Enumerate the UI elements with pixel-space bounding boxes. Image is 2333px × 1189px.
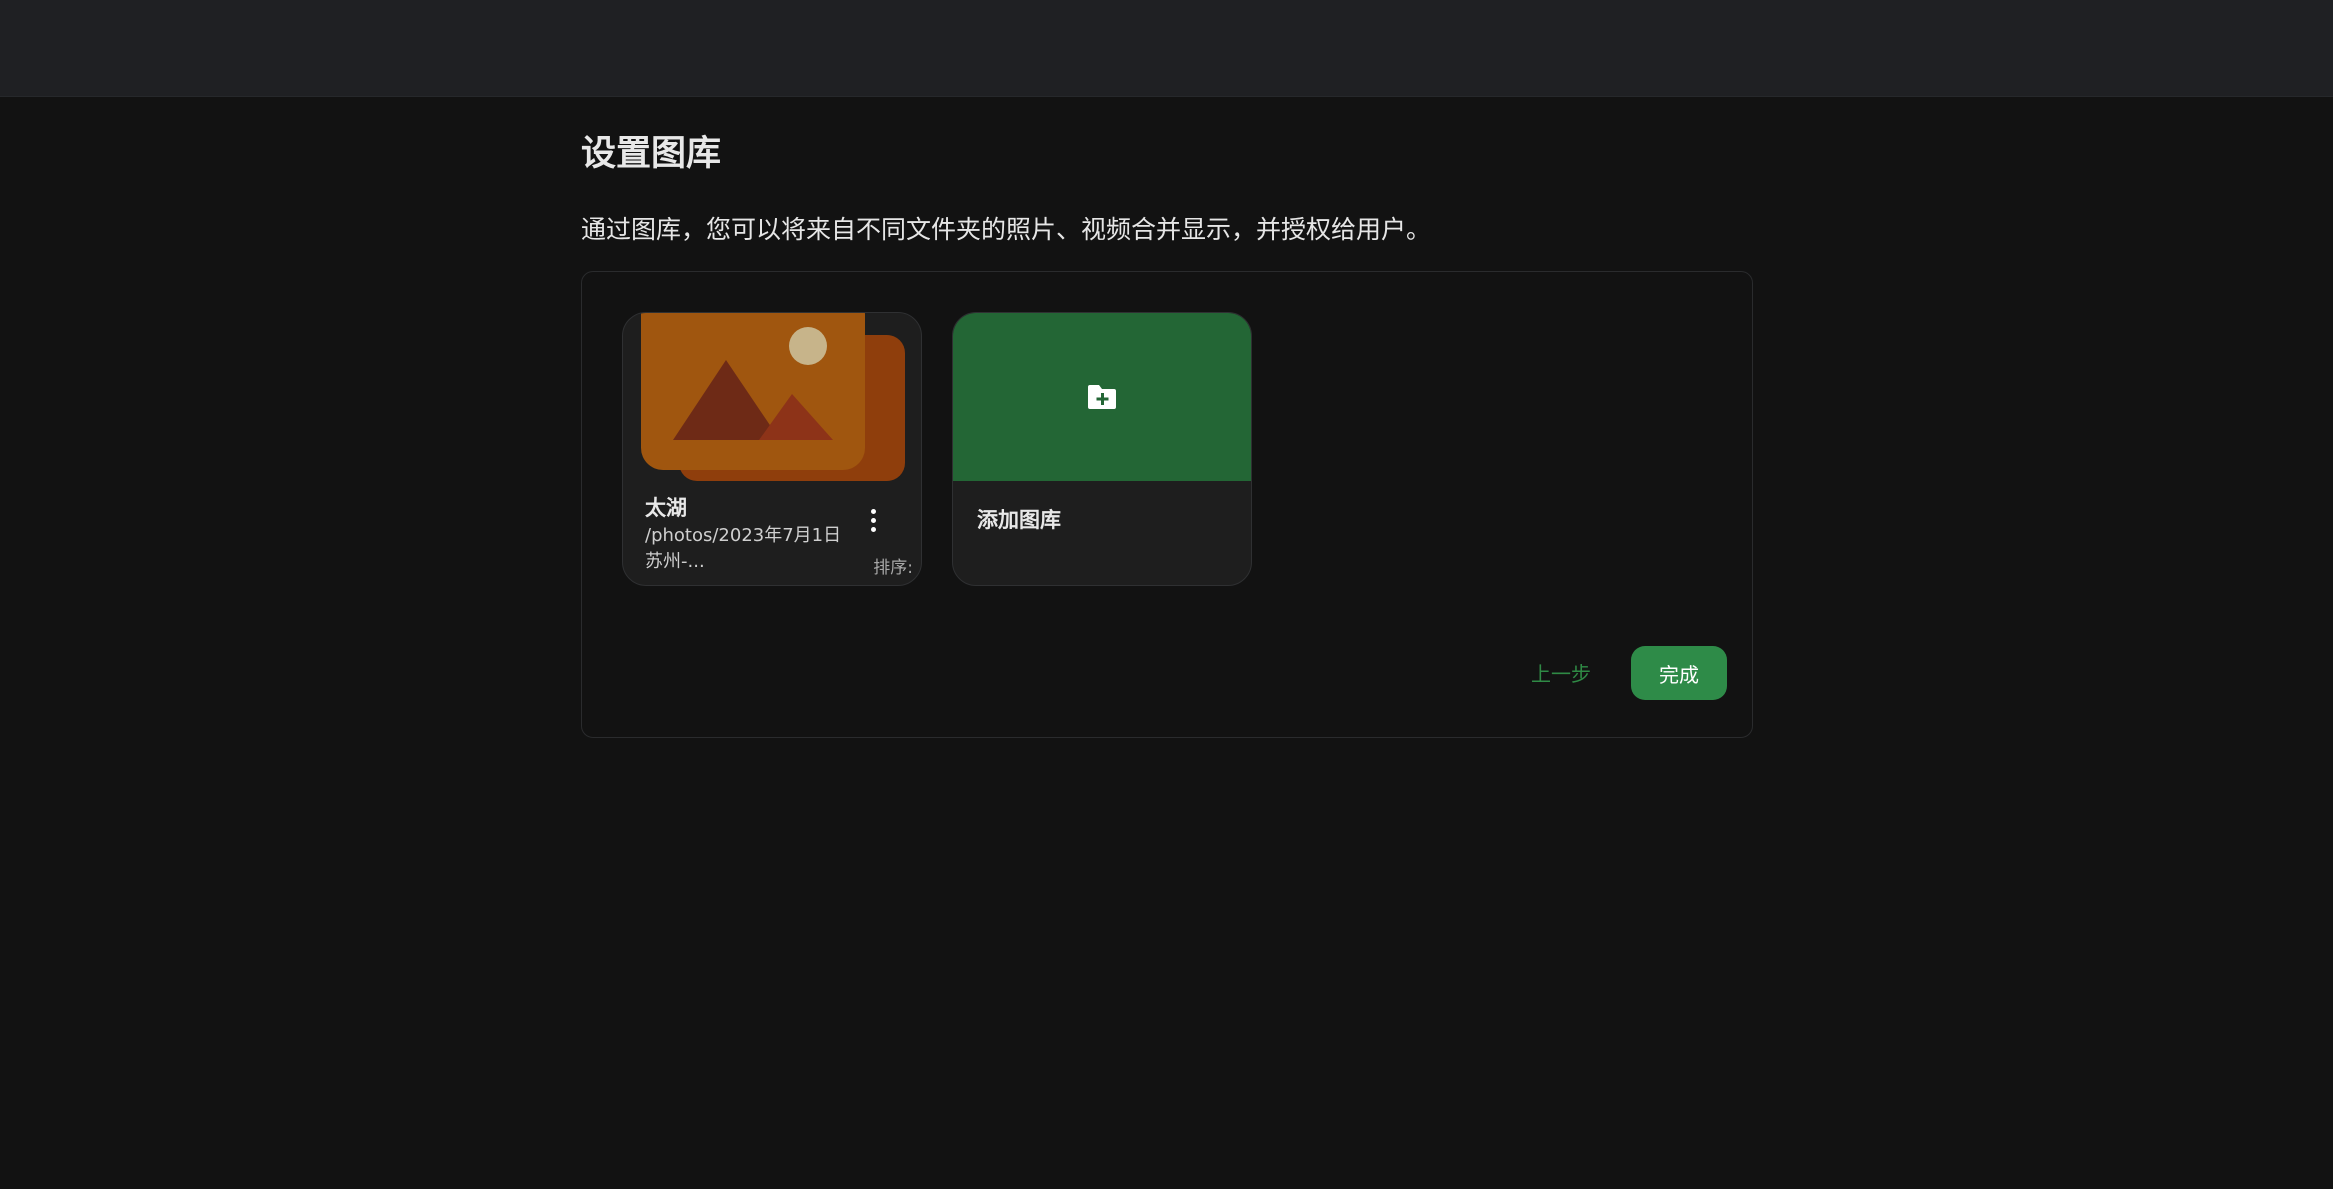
- add-library-card[interactable]: 添加图库: [952, 312, 1252, 586]
- library-description: 苏州-...: [645, 551, 705, 572]
- page-title: 设置图库: [581, 134, 722, 174]
- add-library-label: 添加图库: [977, 508, 1061, 532]
- library-path: /photos/2023年7月1日: [645, 525, 842, 546]
- sort-label: 排序:: [873, 558, 913, 578]
- prev-step-button[interactable]: 上一步: [1516, 646, 1606, 698]
- done-button[interactable]: 完成: [1631, 646, 1727, 700]
- image-placeholder-icon: [641, 313, 905, 481]
- more-vertical-icon[interactable]: [861, 503, 885, 537]
- page-description: 通过图库，您可以将来自不同文件夹的照片、视频合并显示，并授权给用户。: [581, 215, 1432, 244]
- add-library-thumbnail: [953, 313, 1251, 481]
- page-header: 设置图库 通过图库，您可以将来自不同文件夹的照片、视频合并显示，并授权给用户。: [581, 126, 1753, 248]
- library-panel: 太湖 /photos/2023年7月1日 苏州-... 排序: 添加图库 上一步…: [581, 271, 1753, 738]
- folder-plus-icon: [1088, 385, 1116, 409]
- library-card[interactable]: 太湖 /photos/2023年7月1日 苏州-... 排序:: [622, 312, 922, 586]
- top-bar: [0, 0, 2333, 97]
- library-name: 太湖: [645, 496, 687, 520]
